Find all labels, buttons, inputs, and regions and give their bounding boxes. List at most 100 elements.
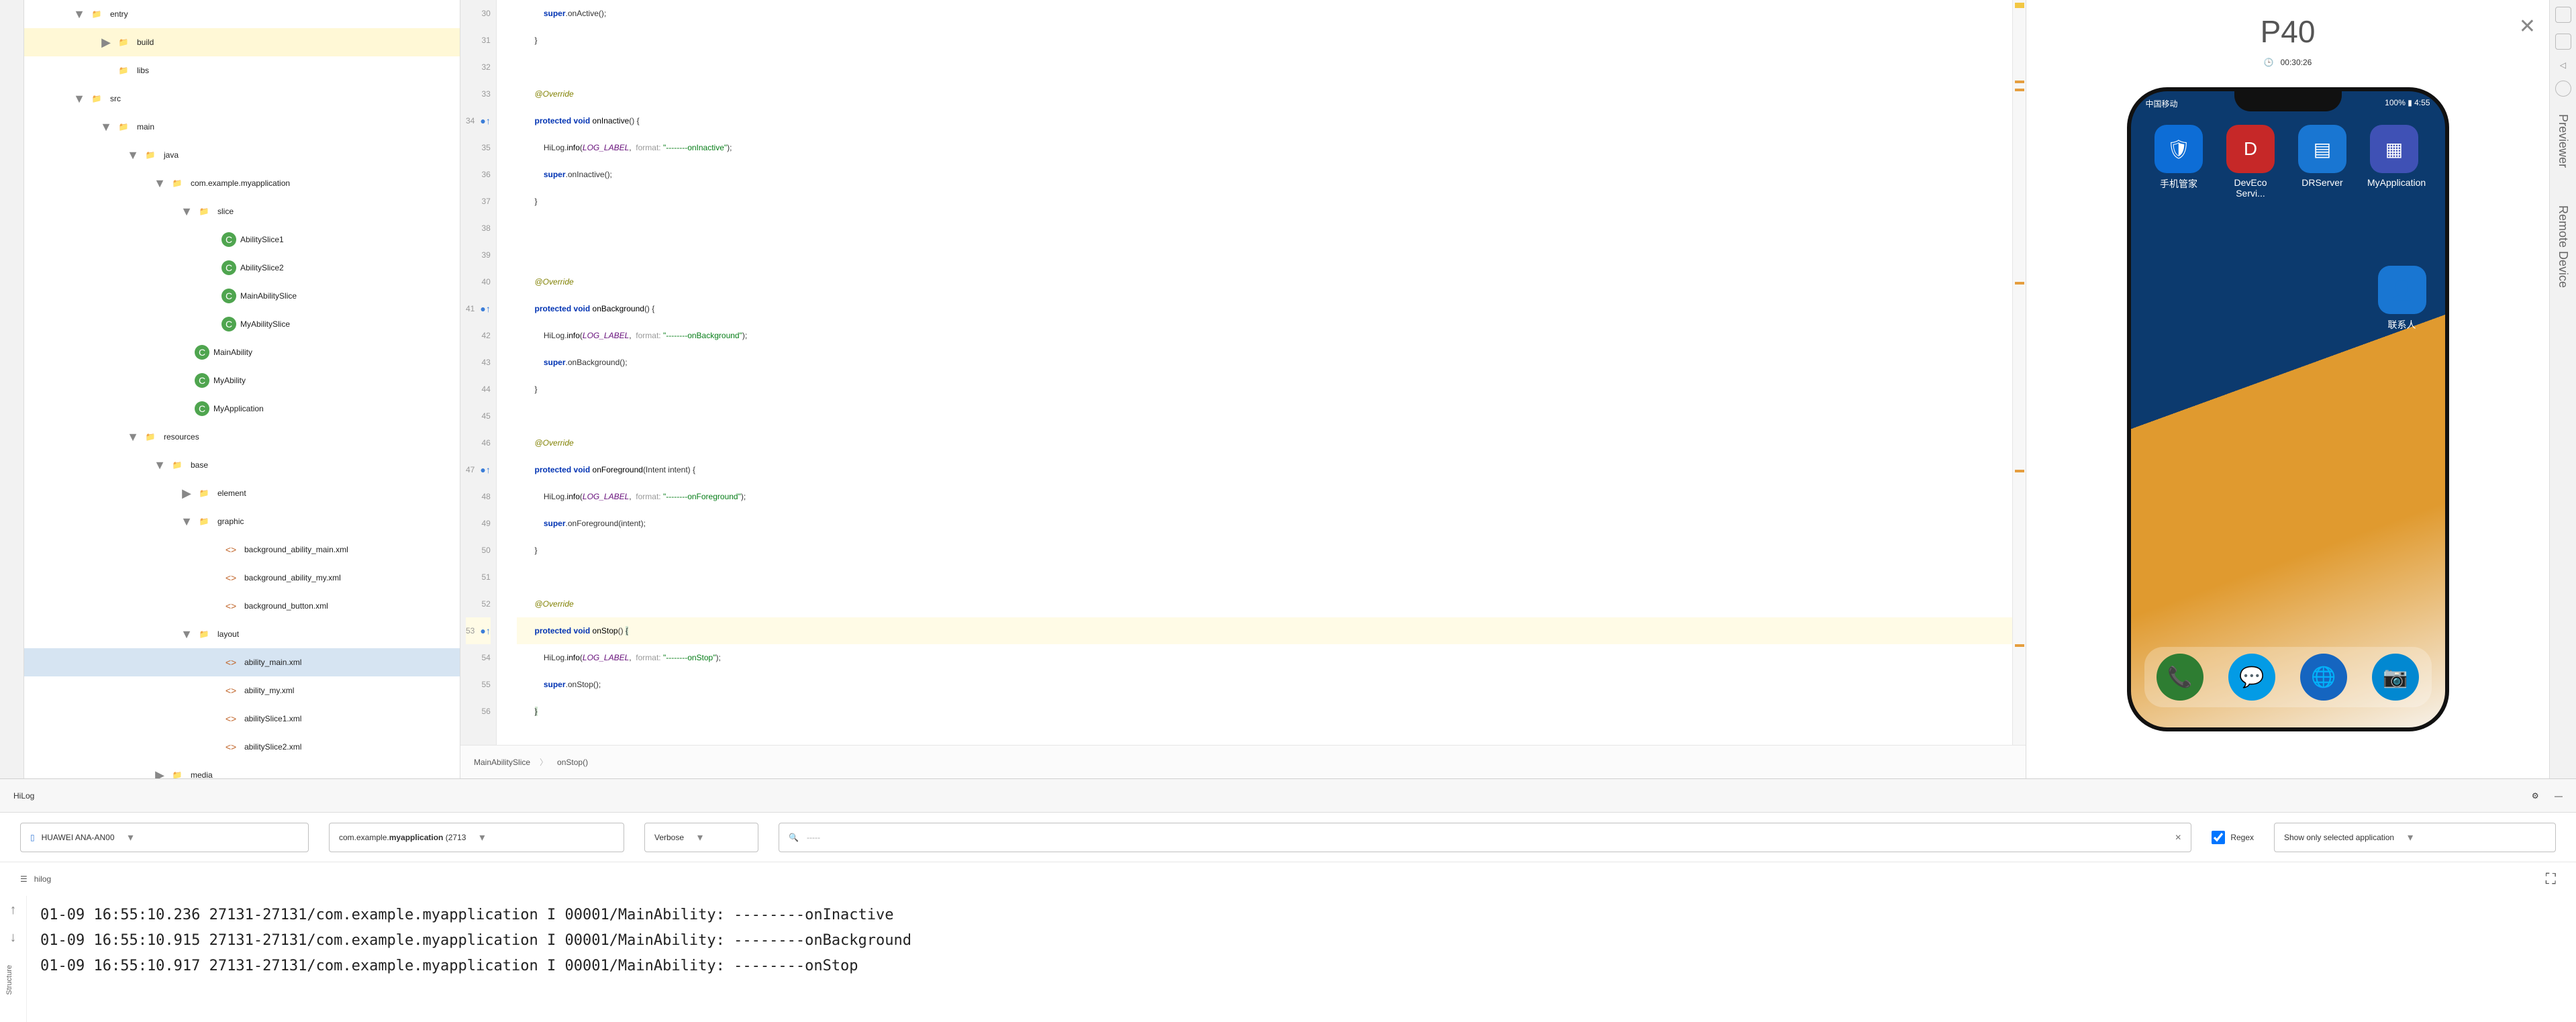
- tree-item-main[interactable]: ▼main: [24, 113, 460, 141]
- tree-item-abilityslice1[interactable]: CAbilitySlice1: [24, 225, 460, 254]
- tree-item-slice[interactable]: ▼slice: [24, 197, 460, 225]
- chevron-icon[interactable]: ▼: [179, 627, 195, 642]
- tree-item-resources[interactable]: ▼resources: [24, 423, 460, 451]
- tree-item-layout[interactable]: ▼layout: [24, 620, 460, 648]
- tree-item-base[interactable]: ▼base: [24, 451, 460, 479]
- tree-item-libs[interactable]: libs: [24, 56, 460, 85]
- code-line[interactable]: super.onActive();: [517, 0, 2012, 27]
- tree-item-java[interactable]: ▼java: [24, 141, 460, 169]
- tree-item-bg-ability-main[interactable]: <>background_ability_main.xml: [24, 535, 460, 564]
- process-selector[interactable]: com.example.myapplication (2713: [329, 823, 624, 852]
- tree-item-abilityslice2[interactable]: CAbilitySlice2: [24, 254, 460, 282]
- phone-app[interactable]: 🛡手机管家: [2154, 125, 2203, 199]
- tree-item-src[interactable]: ▼src: [24, 85, 460, 113]
- tree-item-ability-my-xml[interactable]: <>ability_my.xml: [24, 676, 460, 705]
- hilog-tab-label[interactable]: hilog: [34, 874, 51, 884]
- phone-app[interactable]: ▦MyApplication: [2367, 125, 2421, 199]
- code-line[interactable]: }: [517, 537, 2012, 564]
- code-line[interactable]: @Override: [517, 81, 2012, 107]
- hilog-expand-icon[interactable]: ⛶: [2546, 870, 2556, 888]
- minimize-icon[interactable]: —: [2555, 791, 2563, 801]
- chevron-icon[interactable]: ▼: [179, 515, 195, 529]
- code-line[interactable]: super.onStop();: [517, 671, 2012, 698]
- scroll-down-icon[interactable]: ↓: [10, 930, 17, 946]
- phone-app[interactable]: ▤DRServer: [2298, 125, 2346, 199]
- breadcrumb-class[interactable]: MainAbilitySlice: [474, 758, 530, 767]
- code-line[interactable]: [517, 54, 2012, 81]
- override-gutter-icon[interactable]: ●↑: [480, 295, 490, 322]
- structure-tab-label[interactable]: Structure: [5, 965, 13, 995]
- scroll-up-icon[interactable]: ↑: [10, 903, 17, 918]
- code-line[interactable]: [517, 242, 2012, 268]
- breadcrumb[interactable]: MainAbilitySlice 〉 onStop(): [460, 745, 2026, 778]
- toolstrip-icon-1[interactable]: [2555, 7, 2571, 23]
- regex-checkbox-input[interactable]: [2212, 831, 2225, 844]
- chevron-icon[interactable]: ▼: [125, 148, 141, 162]
- code-line[interactable]: [517, 215, 2012, 242]
- log-search-input[interactable]: 🔍 ----- ✕: [779, 823, 2191, 852]
- remote-device-tab-label[interactable]: Remote Device: [2556, 205, 2570, 288]
- chevron-icon[interactable]: ▼: [152, 176, 168, 191]
- override-gutter-icon[interactable]: ●↑: [480, 456, 490, 483]
- code-line[interactable]: protected void onBackground() {: [517, 295, 2012, 322]
- previewer-close-icon[interactable]: ✕: [2519, 15, 2536, 38]
- tree-item-entry[interactable]: ▼entry: [24, 0, 460, 28]
- tree-item-mainabilityslice[interactable]: CMainAbilitySlice: [24, 282, 460, 310]
- override-gutter-icon[interactable]: ●↑: [480, 617, 490, 644]
- code-line[interactable]: }: [517, 376, 2012, 403]
- code-line[interactable]: @Override: [517, 268, 2012, 295]
- tree-item-graphic[interactable]: ▼graphic: [24, 507, 460, 535]
- tree-item-package[interactable]: ▼com.example.myapplication: [24, 169, 460, 197]
- dock-app-icon[interactable]: 📷: [2372, 654, 2419, 701]
- device-selector[interactable]: ▯ HUAWEI ANA-AN00: [20, 823, 309, 852]
- chevron-icon[interactable]: ▼: [179, 205, 195, 219]
- code-line[interactable]: }: [517, 698, 2012, 725]
- code-line[interactable]: HiLog.info(LOG_LABEL, format: "--------o…: [517, 322, 2012, 349]
- tree-item-element[interactable]: ▶element: [24, 479, 460, 507]
- code-line[interactable]: HiLog.info(LOG_LABEL, format: "--------o…: [517, 134, 2012, 161]
- code-line[interactable]: protected void onStop() {: [517, 617, 2012, 644]
- code-line[interactable]: protected void onInactive() {: [517, 107, 2012, 134]
- code-line[interactable]: super.onForeground(intent);: [517, 510, 2012, 537]
- tree-item-bg-ability-my[interactable]: <>background_ability_my.xml: [24, 564, 460, 592]
- tree-item-mainability[interactable]: CMainAbility: [24, 338, 460, 366]
- code-line[interactable]: super.onBackground();: [517, 349, 2012, 376]
- dock-app-icon[interactable]: 💬: [2228, 654, 2275, 701]
- chevron-icon[interactable]: ▼: [71, 92, 87, 106]
- tree-item-abilityslice2-xml[interactable]: <>abilitySlice2.xml: [24, 733, 460, 761]
- log-level-selector[interactable]: Verbose: [644, 823, 758, 852]
- code-line[interactable]: @Override: [517, 591, 2012, 617]
- clear-search-icon[interactable]: ✕: [2175, 833, 2181, 842]
- tree-item-myabilityslice[interactable]: CMyAbilitySlice: [24, 310, 460, 338]
- editor-marker-strip[interactable]: [2012, 0, 2026, 745]
- toolstrip-icon-2[interactable]: [2555, 34, 2571, 50]
- code-line[interactable]: [517, 564, 2012, 591]
- code-line[interactable]: }: [517, 188, 2012, 215]
- breadcrumb-method[interactable]: onStop(): [557, 758, 588, 767]
- chevron-icon[interactable]: ▼: [98, 120, 114, 134]
- toolstrip-icon-3[interactable]: [2555, 81, 2571, 97]
- code-line[interactable]: HiLog.info(LOG_LABEL, format: "--------o…: [517, 644, 2012, 671]
- tree-item-myability[interactable]: CMyAbility: [24, 366, 460, 395]
- editor-code-area[interactable]: super.onActive(); } @Override protected …: [497, 0, 2012, 745]
- phone-app[interactable]: 👤联系人: [2378, 266, 2426, 331]
- filter-scope-selector[interactable]: Show only selected application: [2274, 823, 2556, 852]
- code-line[interactable]: protected void onForeground(Intent inten…: [517, 456, 2012, 483]
- tree-item-myapplication[interactable]: CMyApplication: [24, 395, 460, 423]
- chevron-icon[interactable]: ▶: [98, 36, 114, 50]
- override-gutter-icon[interactable]: ●↑: [480, 107, 490, 134]
- previewer-tab-label[interactable]: Previewer: [2556, 114, 2570, 168]
- phone-app[interactable]: DDevEco Servi...: [2224, 125, 2277, 199]
- code-line[interactable]: [517, 403, 2012, 429]
- tree-item-media[interactable]: ▶media: [24, 761, 460, 778]
- code-line[interactable]: @Override: [517, 429, 2012, 456]
- toolstrip-play-icon[interactable]: ◁: [2560, 60, 2566, 70]
- phone-preview[interactable]: 中国移动 100% ▮ 4:55 🛡手机管家DDevEco Servi...▤D…: [2127, 87, 2449, 731]
- code-line[interactable]: HiLog.info(LOG_LABEL, format: "--------o…: [517, 483, 2012, 510]
- dock-app-icon[interactable]: 📞: [2157, 654, 2203, 701]
- tree-item-abilityslice1-xml[interactable]: <>abilitySlice1.xml: [24, 705, 460, 733]
- chevron-icon[interactable]: ▼: [152, 458, 168, 472]
- chevron-icon[interactable]: ▼: [125, 430, 141, 444]
- chevron-icon[interactable]: ▶: [152, 768, 168, 779]
- filter-icon[interactable]: ☰: [20, 874, 28, 884]
